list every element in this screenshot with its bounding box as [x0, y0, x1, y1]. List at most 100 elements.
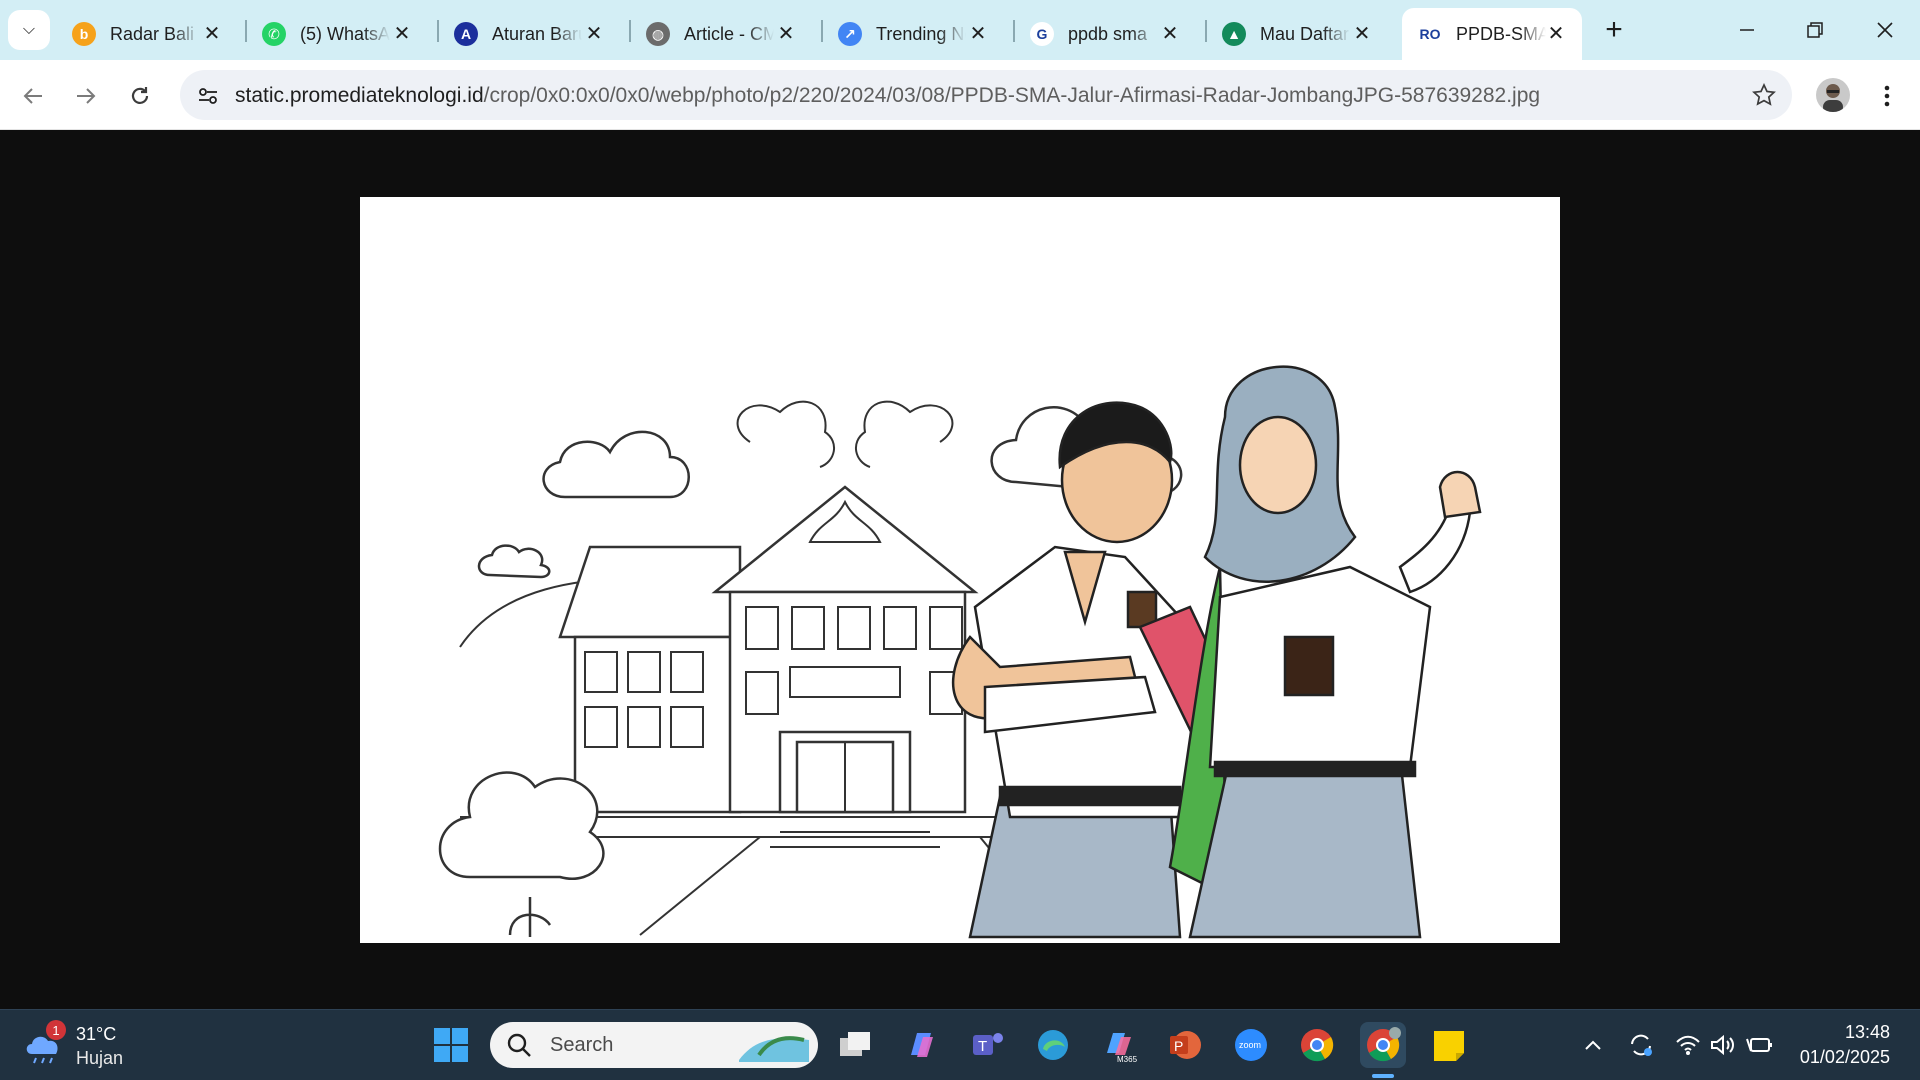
zoom-button[interactable]: zoom	[1228, 1022, 1274, 1068]
wifi-icon[interactable]	[1673, 1030, 1703, 1060]
url-text: static.promediateknologi.id/crop/0x0:0x0…	[235, 84, 1540, 108]
radar-icon: RO	[1418, 22, 1442, 46]
close-tab-icon[interactable]: ✕	[774, 21, 798, 45]
active-app-indicator	[1372, 1074, 1394, 1078]
battery-icon[interactable]	[1744, 1030, 1774, 1060]
tab-title: Mau Daftar	[1260, 23, 1350, 44]
tab-4[interactable]: ◍ Article - CMS✕	[636, 8, 812, 60]
volume-icon[interactable]	[1708, 1030, 1738, 1060]
powerpoint-button[interactable]: P	[1162, 1022, 1208, 1068]
tab-2[interactable]: ✆ (5) WhatsApp✕	[252, 8, 428, 60]
teams-icon: T	[973, 1033, 1003, 1055]
task-view-icon	[840, 1032, 870, 1056]
site-info-icon[interactable]	[194, 82, 222, 110]
weather-condition: Hujan	[76, 1048, 124, 1068]
svg-text:T: T	[978, 1038, 987, 1055]
tab-1[interactable]: b Radar Bali ✕	[62, 8, 238, 60]
clock-date: 01/02/2025	[1799, 1047, 1890, 1067]
m365-button[interactable]: M365	[1096, 1022, 1142, 1068]
sticky-notes-icon	[1434, 1031, 1464, 1061]
search-highlight-icon	[739, 1036, 809, 1062]
tab-7[interactable]: ▲ Mau Daftar ✕	[1212, 8, 1388, 60]
start-button[interactable]	[428, 1022, 474, 1068]
tab-8[interactable]: RO PPDB-SMA ✕	[1402, 8, 1582, 60]
arrow-left-icon	[23, 88, 42, 104]
restore-button[interactable]	[1790, 10, 1840, 50]
document-icon: A	[454, 22, 478, 46]
bookmark-star-icon[interactable]	[1750, 81, 1778, 109]
tab-search-button[interactable]: ⌵	[8, 10, 50, 50]
taskbar-search[interactable]: Search	[490, 1022, 818, 1068]
svg-text:zoom: zoom	[1239, 1040, 1261, 1050]
powerpoint-icon: P	[1170, 1031, 1201, 1059]
tab-title: Trending Now	[876, 23, 966, 44]
profile-avatar[interactable]	[1816, 78, 1850, 112]
chrome-button[interactable]	[1294, 1022, 1340, 1068]
tab-title: PPDB-SMA	[1456, 23, 1546, 44]
edge-icon	[1038, 1030, 1068, 1060]
back-button[interactable]	[15, 78, 51, 114]
minimize-button[interactable]	[1722, 10, 1772, 50]
edge-button[interactable]	[1030, 1022, 1076, 1068]
tab-title: ppdb sma	[1068, 23, 1148, 44]
forward-button[interactable]	[68, 78, 104, 114]
svg-text:P: P	[1174, 1038, 1183, 1054]
weather-badge: 1	[46, 1020, 66, 1040]
whatsapp-icon: ✆	[262, 22, 286, 46]
chrome-profile-button[interactable]	[1360, 1022, 1406, 1068]
clock-time: 13:48	[1844, 1022, 1890, 1042]
close-tab-icon[interactable]: ✕	[200, 21, 224, 45]
tab-title: Article - CMS	[684, 23, 774, 44]
sticky-notes-button[interactable]	[1426, 1022, 1472, 1068]
url-host: static.promediateknologi.id	[235, 84, 484, 107]
tab-separator	[1013, 20, 1015, 42]
close-tab-icon[interactable]: ✕	[1350, 21, 1374, 45]
copilot-button[interactable]	[898, 1022, 944, 1068]
windows-logo-icon	[434, 1028, 468, 1062]
sync-icon[interactable]	[1626, 1030, 1656, 1060]
chrome-profile-icon	[1367, 1027, 1401, 1062]
close-tab-icon[interactable]: ✕	[966, 21, 990, 45]
reload-icon	[131, 87, 149, 104]
more-menu-icon[interactable]	[1872, 78, 1902, 114]
close-tab-icon[interactable]: ✕	[390, 21, 414, 45]
close-tab-icon[interactable]: ✕	[1544, 21, 1568, 45]
bing-icon: b	[72, 22, 96, 46]
arrow-right-icon	[77, 88, 96, 104]
ppdb-illustration-image	[360, 197, 1560, 943]
new-tab-button[interactable]: +	[1598, 13, 1630, 46]
close-tab-icon[interactable]: ✕	[1158, 21, 1182, 45]
tab-strip: ⌵ bRadar Bali✕✆(5) WhatsApp✕AAturan Baru…	[0, 0, 1920, 60]
close-window-button[interactable]	[1860, 10, 1910, 50]
tab-separator	[821, 20, 823, 42]
show-hidden-icons-button[interactable]	[1578, 1030, 1608, 1060]
reload-button[interactable]	[122, 78, 158, 114]
chrome-icon	[1301, 1029, 1334, 1062]
tab-3[interactable]: A Aturan Baru ✕	[444, 8, 620, 60]
tab-separator	[245, 20, 247, 42]
weather-widget[interactable]: 1	[24, 1020, 66, 1066]
browser-toolbar: static.promediateknologi.id/crop/0x0:0x0…	[0, 60, 1920, 130]
system-clock[interactable]: 13:48 01/02/2025	[1780, 1020, 1890, 1070]
address-bar[interactable]: static.promediateknologi.id/crop/0x0:0x0…	[180, 70, 1792, 120]
windows-taskbar: 1 31°C Hujan Search T M365 P zoom 13:48 …	[0, 1009, 1920, 1080]
search-placeholder: Search	[550, 1033, 614, 1056]
task-view-button[interactable]	[832, 1022, 878, 1068]
m365-icon: M365	[1107, 1033, 1137, 1063]
svg-text:M365: M365	[1117, 1055, 1137, 1063]
close-tab-icon[interactable]: ✕	[582, 21, 606, 45]
search-icon	[507, 1033, 531, 1057]
tab-title: Radar Bali	[110, 23, 195, 44]
site-icon: ▲	[1222, 22, 1246, 46]
tab-6[interactable]: Gppdb sma ✕	[1020, 8, 1196, 60]
tab-title: (5) WhatsApp	[300, 23, 390, 44]
weather-temp: 31°C	[76, 1024, 117, 1044]
globe-icon: ◍	[646, 22, 670, 46]
trends-icon: ↗	[838, 22, 862, 46]
teams-button[interactable]: T	[964, 1022, 1010, 1068]
zoom-icon: zoom	[1235, 1029, 1267, 1061]
tab-title: Aturan Baru	[492, 23, 582, 44]
chevron-down-icon: ⌵	[22, 21, 36, 38]
google-icon: G	[1030, 22, 1054, 46]
tab-5[interactable]: ↗ Trending Now✕	[828, 8, 1004, 60]
